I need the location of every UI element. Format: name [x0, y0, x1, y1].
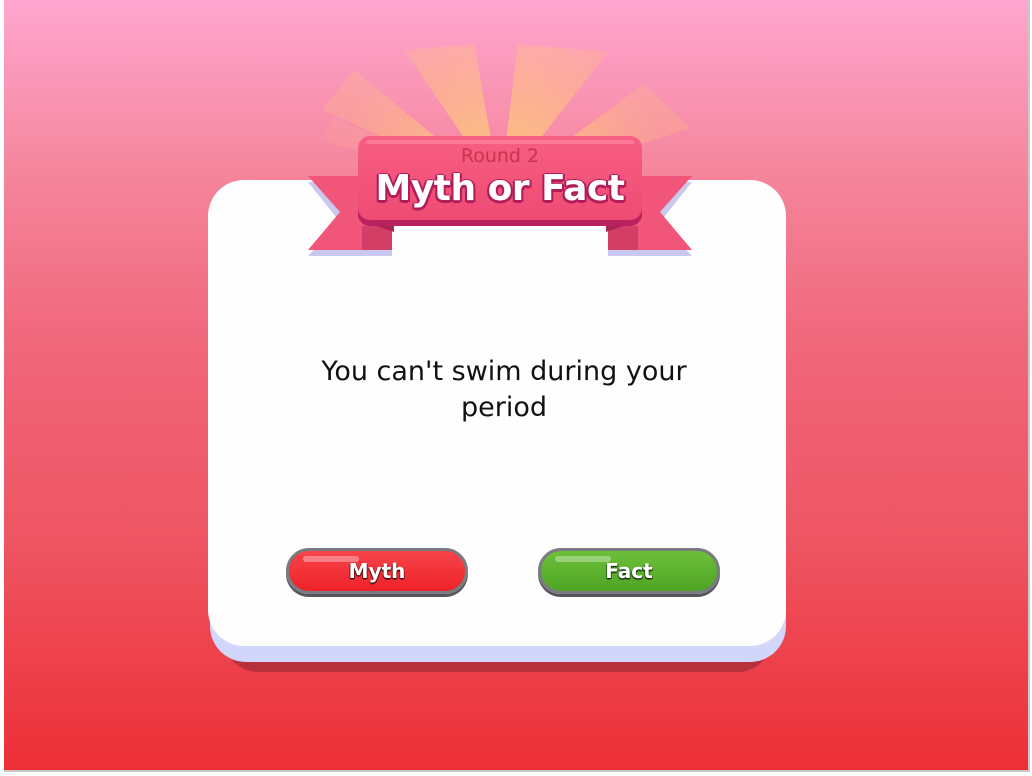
- round-badge: Round 2 Myth or Fact: [358, 138, 642, 222]
- myth-button[interactable]: Myth: [286, 548, 468, 594]
- question-text: You can't swim during your period: [321, 356, 687, 423]
- game-title: Myth or Fact: [375, 168, 625, 209]
- fact-button[interactable]: Fact: [538, 548, 720, 594]
- round-label: Round 2: [460, 145, 540, 167]
- game-screen: Round 2 Myth or Fact You can't swim duri…: [4, 0, 1030, 772]
- myth-button-label: Myth: [348, 559, 406, 583]
- button-shine: [555, 556, 611, 562]
- fact-button-label: Fact: [605, 559, 653, 583]
